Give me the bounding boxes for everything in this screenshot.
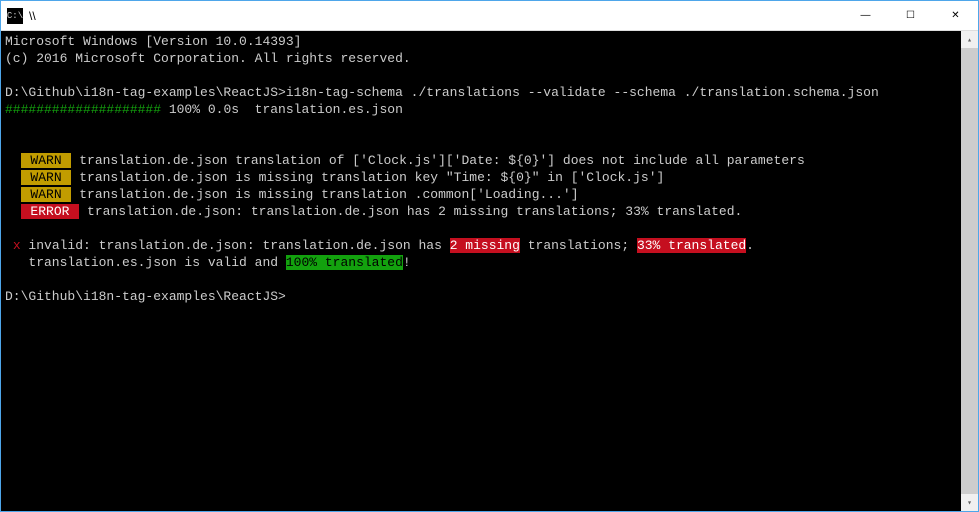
progress-text: 100% 0.0s translation.es.json (161, 102, 403, 117)
window-title: \\ (29, 9, 843, 23)
missing-highlight: 2 missing (450, 238, 520, 253)
scroll-track[interactable] (961, 48, 978, 494)
maximize-button[interactable]: ☐ (888, 1, 933, 30)
progress-bar: #################### (5, 102, 161, 117)
warn-message: translation.de.json is missing translati… (71, 170, 664, 185)
window-controls: — ☐ ✕ (843, 1, 978, 30)
warn-badge: WARN (21, 153, 72, 168)
valid-text: ! (403, 255, 411, 270)
copyright-line: (c) 2016 Microsoft Corporation. All righ… (5, 51, 411, 66)
scroll-up-arrow-icon[interactable]: ▴ (961, 31, 978, 48)
vertical-scrollbar[interactable]: ▴ ▾ (961, 31, 978, 511)
warn-message: translation.de.json translation of ['Clo… (71, 153, 804, 168)
invalid-mark-icon: x (13, 238, 21, 253)
titlebar[interactable]: C:\ \\ — ☐ ✕ (1, 1, 978, 31)
command-text: i18n-tag-schema ./translations --validat… (286, 85, 879, 100)
terminal-output[interactable]: Microsoft Windows [Version 10.0.14393] (… (1, 31, 961, 511)
close-button[interactable]: ✕ (933, 1, 978, 30)
invalid-text: translations; (520, 238, 637, 253)
os-version-line: Microsoft Windows [Version 10.0.14393] (5, 34, 301, 49)
valid-text: translation.es.json is valid and (5, 255, 286, 270)
warn-badge: WARN (21, 187, 72, 202)
invalid-text: . (746, 238, 754, 253)
valid-pct-highlight: 100% translated (286, 255, 403, 270)
warn-badge: WARN (21, 170, 72, 185)
warn-message: translation.de.json is missing translati… (71, 187, 578, 202)
terminal-window: C:\ \\ — ☐ ✕ Microsoft Windows [Version … (0, 0, 979, 512)
minimize-button[interactable]: — (843, 1, 888, 30)
terminal-area: Microsoft Windows [Version 10.0.14393] (… (1, 31, 978, 511)
pct-highlight: 33% translated (637, 238, 746, 253)
invalid-text: invalid: translation.de.json: translatio… (21, 238, 450, 253)
scroll-thumb[interactable] (961, 48, 978, 494)
error-message: translation.de.json: translation.de.json… (79, 204, 742, 219)
error-badge: ERROR (21, 204, 80, 219)
prompt-path: D:\Github\i18n-tag-examples\ReactJS> (5, 289, 286, 304)
scroll-down-arrow-icon[interactable]: ▾ (961, 494, 978, 511)
app-icon: C:\ (7, 8, 23, 24)
prompt-path: D:\Github\i18n-tag-examples\ReactJS> (5, 85, 286, 100)
